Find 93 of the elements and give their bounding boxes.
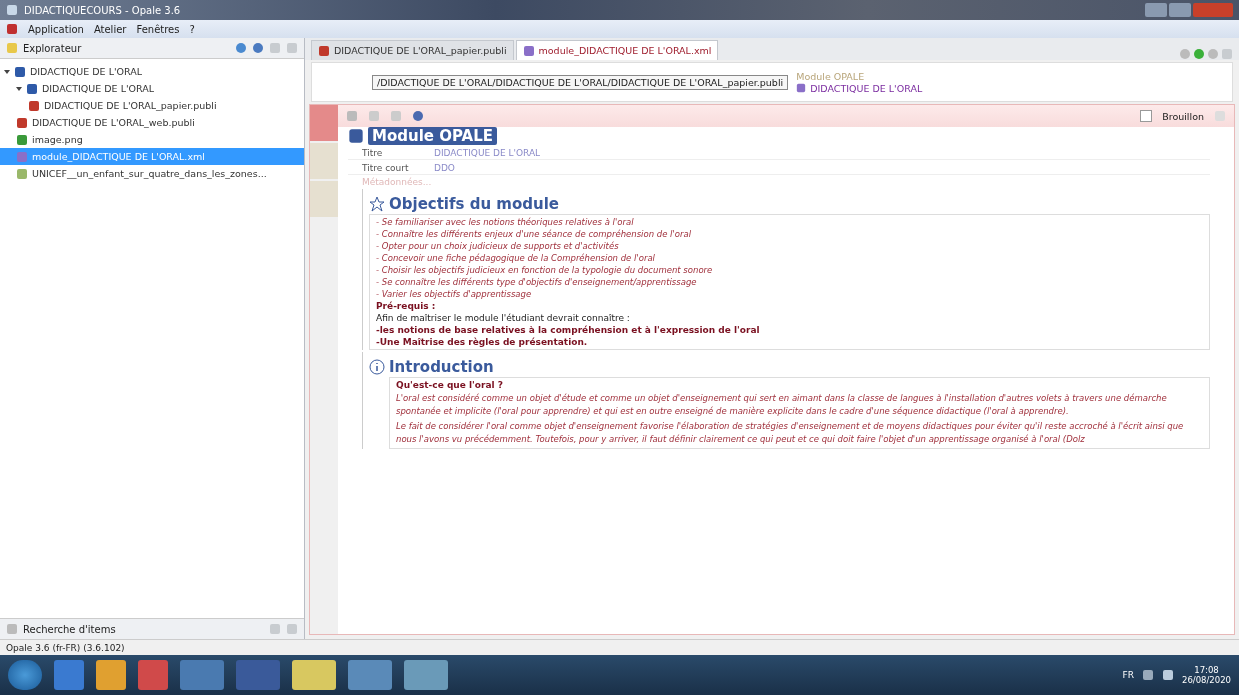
- path-tooltip: /DIDACTIQUE DE L'ORAL/DIDACTIQUE DE L'ORAL/DIDACTIQUE DE L'ORAL_papier.publi: [372, 74, 789, 90]
- taskbar-icon[interactable]: [96, 660, 126, 690]
- objective-item: - Se familiariser avec les notions théoriques relatives à l'oral: [376, 217, 635, 227]
- objective-item: - Concevoir une fiche pédagogique de la Compréhension de l'oral: [376, 253, 656, 263]
- editor-tab[interactable]: DIDACTIQUE DE L'ORAL_papier.publi: [311, 40, 514, 60]
- clock[interactable]: 17:08 26/08/2020: [1182, 665, 1231, 685]
- tree-item[interactable]: image.png: [0, 131, 304, 148]
- paragraph: Le fait de considérer l'oral comme objet d'enseignement favorise l'élaboration de stratégies d'enseignement et de moyens didactiques pour éviter qu'il reste accroché à l'écrit ainsi que nous l'avons vu précédemment. Toutefois, pour y arriver, il faut définir clairement ce qui peut et ce qui doit faire l'objet d'un apprentissage organisé à l'oral (Dolz: [396, 420, 1185, 446]
- prerequisite-item: -les notions de base relatives à la compréhension et à l'expression de l'oral: [376, 325, 761, 335]
- maximize-icon[interactable]: [1221, 48, 1233, 60]
- maximize-icon[interactable]: [286, 42, 298, 54]
- taskbar-icon[interactable]: [138, 660, 168, 690]
- taskbar-icon[interactable]: [236, 660, 280, 690]
- menu-item[interactable]: Application: [28, 23, 84, 35]
- minimize-icon[interactable]: [269, 623, 281, 635]
- module-icon: [522, 44, 535, 57]
- tree-item[interactable]: UNICEF__un_enfant_sur_quatre_dans_les_zones...: [0, 165, 304, 182]
- module-title: Module OPALE: [368, 127, 497, 145]
- search-icon: [6, 623, 18, 635]
- language-indicator[interactable]: FR: [1122, 670, 1134, 680]
- tree-item[interactable]: DIDACTIQUE DE L'ORAL_web.publi: [0, 114, 304, 131]
- tree-item[interactable]: DIDACTIQUE DE L'ORAL: [0, 80, 304, 97]
- forward-icon[interactable]: [1193, 48, 1205, 60]
- prerequisites-label: Pré-requis :: [376, 301, 437, 311]
- folder-icon: [14, 65, 26, 78]
- objective-item: - Choisir les objectifs judicieux en fonction de la typologie du document sonore: [376, 265, 714, 275]
- expand-arrow-icon[interactable]: [4, 68, 10, 75]
- minimize-icon[interactable]: [269, 42, 281, 54]
- objective-item: - Varier les objectifs d'apprentissage: [376, 289, 533, 299]
- start-button[interactable]: [8, 660, 42, 690]
- prerequisite-item: -Une Maîtrise des règles de présentation.: [376, 337, 589, 347]
- window-title: DIDACTIQUECOURS - Opale 3.6: [24, 4, 181, 16]
- panel-title: Recherche d'items: [23, 623, 116, 635]
- menu-item[interactable]: ?: [189, 23, 195, 35]
- redo-icon[interactable]: [390, 110, 402, 122]
- tree-item[interactable]: DIDACTIQUE DE L'ORAL_papier.publi: [0, 97, 304, 114]
- close-button[interactable]: [1193, 3, 1233, 17]
- taskbar-icon[interactable]: [180, 660, 224, 690]
- module-icon: [16, 150, 28, 163]
- flag-icon[interactable]: [1162, 669, 1174, 681]
- section-heading: Introduction: [389, 358, 494, 376]
- prerequisites-text: Afin de maîtriser le module l'étudiant devrait connaître :: [376, 313, 631, 323]
- folder-icon: [26, 82, 38, 95]
- question-heading: Qu'est-ce que l'oral ?: [396, 380, 504, 390]
- paragraph: L'oral est considéré comme un objet d'étude et comme un objet d'enseignement qui sert en aimant dans la classe de langues à l'installation d'autres volets à travers une démarche spontanée et implicite (l'oral pour apprendre) et qui est en outre enseigné de manière explicite dans le cadre d'une séquence didactique (l'oral à apprendre).: [396, 392, 1168, 418]
- side-tab[interactable]: [310, 143, 338, 179]
- publication-icon: [28, 99, 40, 112]
- back-icon[interactable]: [1179, 48, 1191, 60]
- explorer-icon: [6, 42, 18, 54]
- undo-icon[interactable]: [368, 110, 380, 122]
- field-label: Titre court: [362, 163, 410, 173]
- section-heading: Objectifs du module: [389, 195, 559, 213]
- taskbar-icon[interactable]: [348, 660, 392, 690]
- app-icon: [6, 23, 18, 35]
- status-bar: Opale 3.6 (fr-FR) (3.6.102): [0, 639, 1239, 655]
- minimize-button[interactable]: [1145, 3, 1167, 17]
- taskbar-icon[interactable]: [404, 660, 448, 690]
- side-tab[interactable]: [310, 181, 338, 217]
- objective-item: - Connaître les différents enjeux d'une séance de compréhension de l'oral: [376, 229, 693, 239]
- expand-arrow-icon[interactable]: [16, 85, 22, 92]
- field-label: Titre: [362, 148, 384, 158]
- forward-icon[interactable]: [1207, 48, 1219, 60]
- star-icon: [369, 196, 385, 212]
- module-icon: [796, 83, 807, 93]
- info-icon: [369, 359, 385, 375]
- maximize-icon[interactable]: [286, 623, 298, 635]
- network-icon[interactable]: [1142, 669, 1154, 681]
- info-icon[interactable]: [412, 110, 424, 122]
- draft-checkbox[interactable]: [1140, 110, 1153, 122]
- publication-icon: [318, 44, 330, 57]
- maximize-button[interactable]: [1169, 3, 1191, 17]
- panel-title: Explorateur: [23, 42, 82, 54]
- menu-item[interactable]: Fenêtres: [136, 23, 180, 35]
- objective-item: - Opter pour un choix judicieux de supports et d'activités: [376, 241, 620, 251]
- objective-item: - Se connaître les différents type d'objectifs d'enseignement/apprentissage: [376, 277, 698, 287]
- draft-label: Brouillon: [1162, 110, 1204, 122]
- tree-item[interactable]: DIDACTIQUE DE L'ORAL: [0, 63, 304, 80]
- editor-tab[interactable]: module_DIDACTIQUE DE L'ORAL.xml: [515, 40, 719, 60]
- taskbar-icon[interactable]: [292, 660, 336, 690]
- breadcrumb-item[interactable]: DIDACTIQUE DE L'ORAL: [796, 82, 923, 94]
- side-tab[interactable]: [310, 105, 338, 141]
- settings-icon[interactable]: [252, 42, 264, 54]
- book-icon: [348, 128, 364, 144]
- menu-item[interactable]: Atelier: [93, 23, 127, 35]
- taskbar-icon[interactable]: [54, 660, 84, 690]
- publication-icon: [16, 116, 28, 129]
- image-icon: [16, 133, 28, 146]
- maximize-icon[interactable]: [1214, 110, 1226, 122]
- app-icon: [6, 4, 18, 16]
- item-type-label: Module OPALE: [796, 70, 866, 82]
- file-icon: [16, 167, 28, 180]
- sync-icon[interactable]: [235, 42, 247, 54]
- save-icon[interactable]: [346, 110, 358, 122]
